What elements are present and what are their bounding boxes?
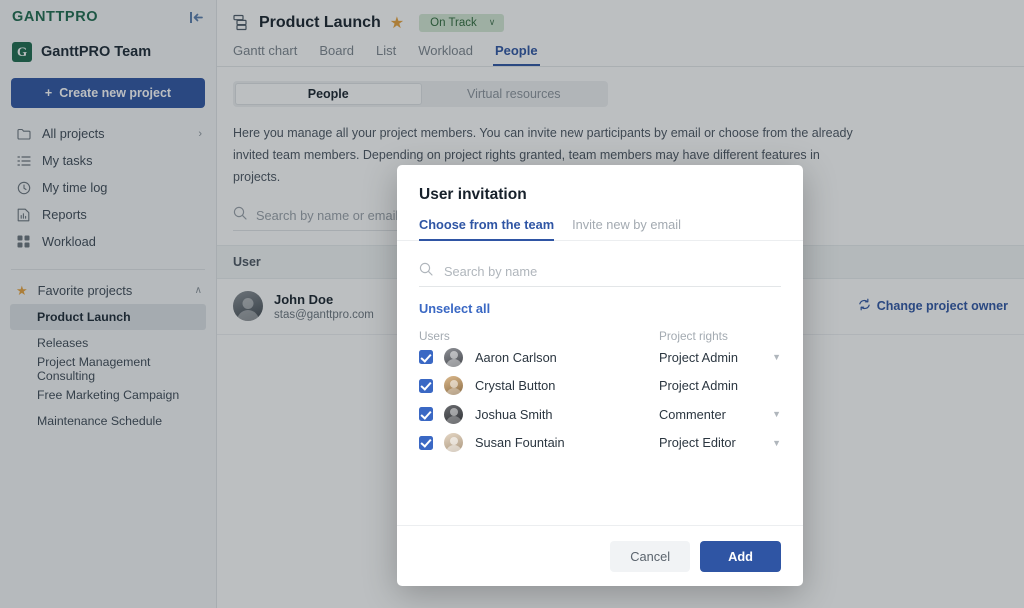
search-icon: [419, 262, 433, 281]
dialog-tabs: Choose from the team Invite new by email: [397, 204, 803, 241]
avatar: [444, 376, 463, 396]
dialog-user-list: Aaron Carlson Project Admin ▼ Crystal Bu…: [419, 343, 781, 525]
user-checkbox[interactable]: [419, 435, 433, 450]
list-item: Susan Fountain Project Editor ▼: [419, 429, 781, 458]
avatar: [444, 404, 463, 424]
user-name: Crystal Button: [475, 378, 556, 394]
tab-invite-new-by-email[interactable]: Invite new by email: [572, 217, 681, 240]
chevron-down-icon[interactable]: ▼: [772, 352, 781, 362]
project-rights-value: Project Admin: [659, 378, 738, 394]
avatar: [444, 347, 463, 367]
chevron-down-icon[interactable]: ▼: [772, 438, 781, 448]
tab-label: Invite new by email: [572, 217, 681, 232]
user-checkbox[interactable]: [419, 350, 433, 365]
unselect-all-button[interactable]: Unselect all: [419, 301, 781, 316]
dialog-title: User invitation: [419, 186, 527, 203]
column-header-project-rights: Project rights: [659, 329, 728, 343]
column-header-users: Users: [419, 329, 450, 343]
project-rights-value: Commenter: [659, 406, 726, 422]
project-rights-value: Project Editor: [659, 435, 736, 451]
project-rights-select[interactable]: Project Editor ▼: [659, 435, 781, 450]
dialog-search-row[interactable]: Search by name: [419, 257, 781, 287]
user-name: Joshua Smith: [475, 406, 553, 422]
user-name: Aaron Carlson: [475, 349, 557, 365]
dialog-footer: Cancel Add: [397, 525, 803, 586]
add-button[interactable]: Add: [700, 540, 781, 572]
user-name: Susan Fountain: [475, 435, 565, 451]
dialog-search-input[interactable]: Search by name: [444, 264, 537, 279]
project-rights-select[interactable]: Commenter ▼: [659, 407, 781, 422]
tab-label: Choose from the team: [419, 217, 555, 232]
dialog-column-headers: Users Project rights: [419, 329, 781, 343]
cancel-button[interactable]: Cancel: [610, 540, 691, 572]
project-rights-value: Project Admin: [659, 349, 738, 365]
user-checkbox[interactable]: [419, 378, 433, 393]
user-invitation-dialog: User invitation Choose from the team Inv…: [397, 165, 803, 586]
tab-choose-from-the-team[interactable]: Choose from the team: [419, 217, 555, 241]
chevron-down-icon[interactable]: ▼: [772, 409, 781, 419]
user-checkbox[interactable]: [419, 407, 433, 422]
app-root: GANTTPRO G GanttPRO Team + Create new pr…: [0, 0, 1024, 608]
list-item: Aaron Carlson Project Admin ▼: [419, 343, 781, 372]
project-rights-select[interactable]: Project Admin ▼: [659, 350, 781, 365]
list-item: Crystal Button Project Admin: [419, 372, 781, 401]
avatar: [444, 433, 463, 453]
project-rights-select[interactable]: Project Admin: [659, 378, 781, 393]
list-item: Joshua Smith Commenter ▼: [419, 400, 781, 429]
